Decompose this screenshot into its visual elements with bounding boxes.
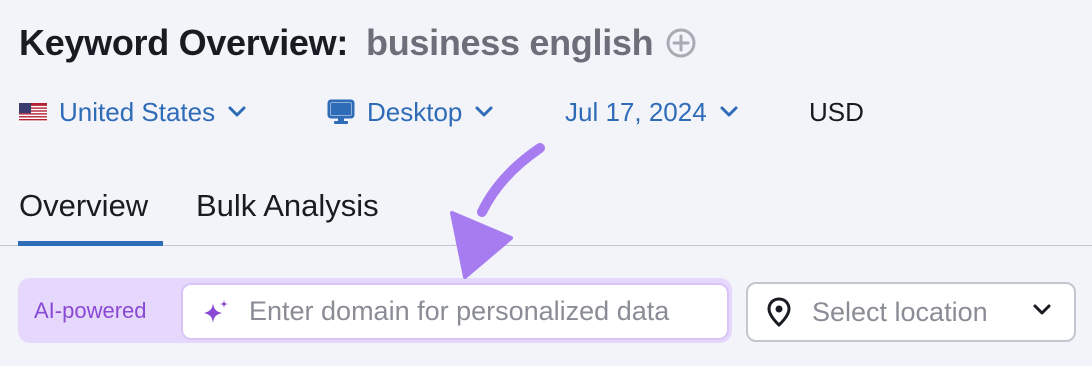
currency-label: USD (809, 96, 864, 127)
chevron-down-icon (227, 105, 247, 119)
tab-overview[interactable]: Overview (19, 188, 148, 224)
page-title: Keyword Overview: (19, 22, 349, 63)
desktop-monitor-icon (327, 98, 355, 126)
device-label: Desktop (367, 96, 463, 127)
chevron-down-icon (474, 105, 494, 119)
chevron-down-icon (719, 105, 739, 119)
page-header: Keyword Overview: business english (19, 22, 697, 64)
domain-input[interactable] (247, 295, 721, 328)
sparkle-icon (201, 297, 231, 327)
country-label: United States (59, 96, 216, 127)
chevron-down-icon (1032, 303, 1052, 317)
active-tab-indicator (18, 241, 163, 246)
map-pin-icon (764, 296, 794, 328)
date-label: Jul 17, 2024 (565, 96, 707, 127)
tab-divider (0, 245, 1092, 246)
keyword-text: business english (366, 22, 654, 63)
ai-domain-panel: AI-powered (18, 278, 732, 343)
date-selector[interactable]: Jul 17, 2024 (565, 97, 739, 128)
domain-input-container[interactable] (181, 283, 729, 340)
ai-powered-badge: AI-powered (34, 298, 147, 323)
location-select[interactable]: Select location (746, 282, 1076, 342)
location-placeholder: Select location (812, 296, 988, 327)
us-flag-icon (19, 102, 47, 122)
plus-circle-icon[interactable] (665, 27, 697, 59)
device-selector[interactable]: Desktop (327, 97, 494, 128)
tab-bulk-analysis[interactable]: Bulk Analysis (196, 188, 379, 224)
tab-bar: Overview Bulk Analysis (0, 180, 1092, 246)
country-selector[interactable]: United States (19, 97, 247, 128)
